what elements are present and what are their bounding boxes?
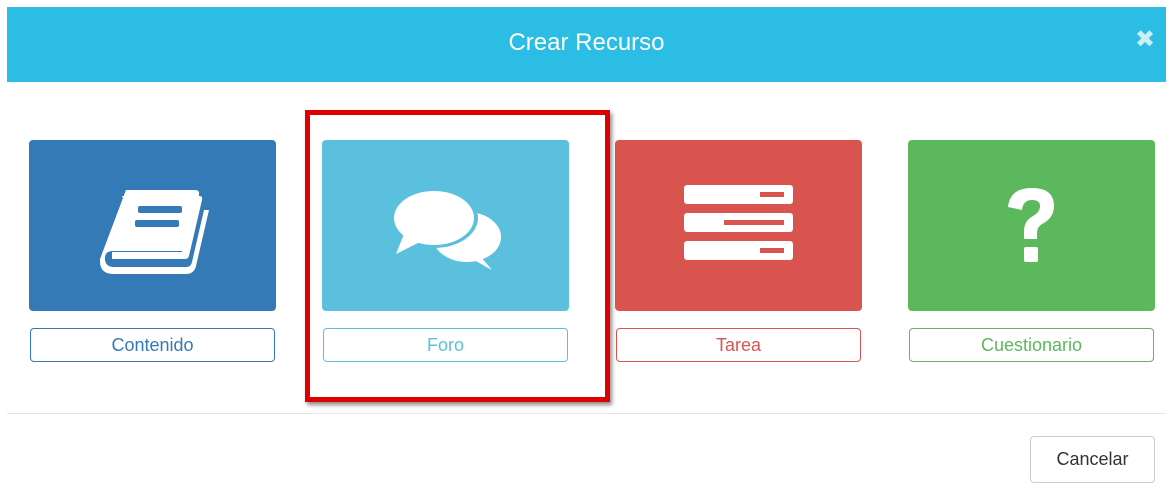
list-icon: [684, 185, 793, 260]
comments-icon: [390, 188, 501, 270]
close-icon[interactable]: ✖: [1130, 25, 1160, 55]
resource-button-foro[interactable]: Foro: [323, 328, 568, 362]
resource-tile-cuestionario[interactable]: [908, 140, 1155, 311]
resource-tile-foro[interactable]: [322, 140, 569, 311]
book-icon: [99, 190, 209, 274]
modal-header: Crear Recurso ✖: [7, 7, 1166, 82]
question-icon: [1008, 188, 1054, 262]
create-resource-modal: Crear Recurso ✖ Contenido Foro Tarea Cue…: [7, 7, 1166, 503]
resource-tile-contenido[interactable]: [29, 140, 276, 311]
cancel-button[interactable]: Cancelar: [1030, 436, 1155, 483]
resource-tile-tarea[interactable]: [615, 140, 862, 311]
resource-button-tarea[interactable]: Tarea: [616, 328, 861, 362]
resource-button-cuestionario[interactable]: Cuestionario: [909, 328, 1154, 362]
footer-divider: [7, 413, 1166, 414]
modal-title: Crear Recurso: [508, 29, 665, 56]
resource-button-contenido[interactable]: Contenido: [30, 328, 275, 362]
